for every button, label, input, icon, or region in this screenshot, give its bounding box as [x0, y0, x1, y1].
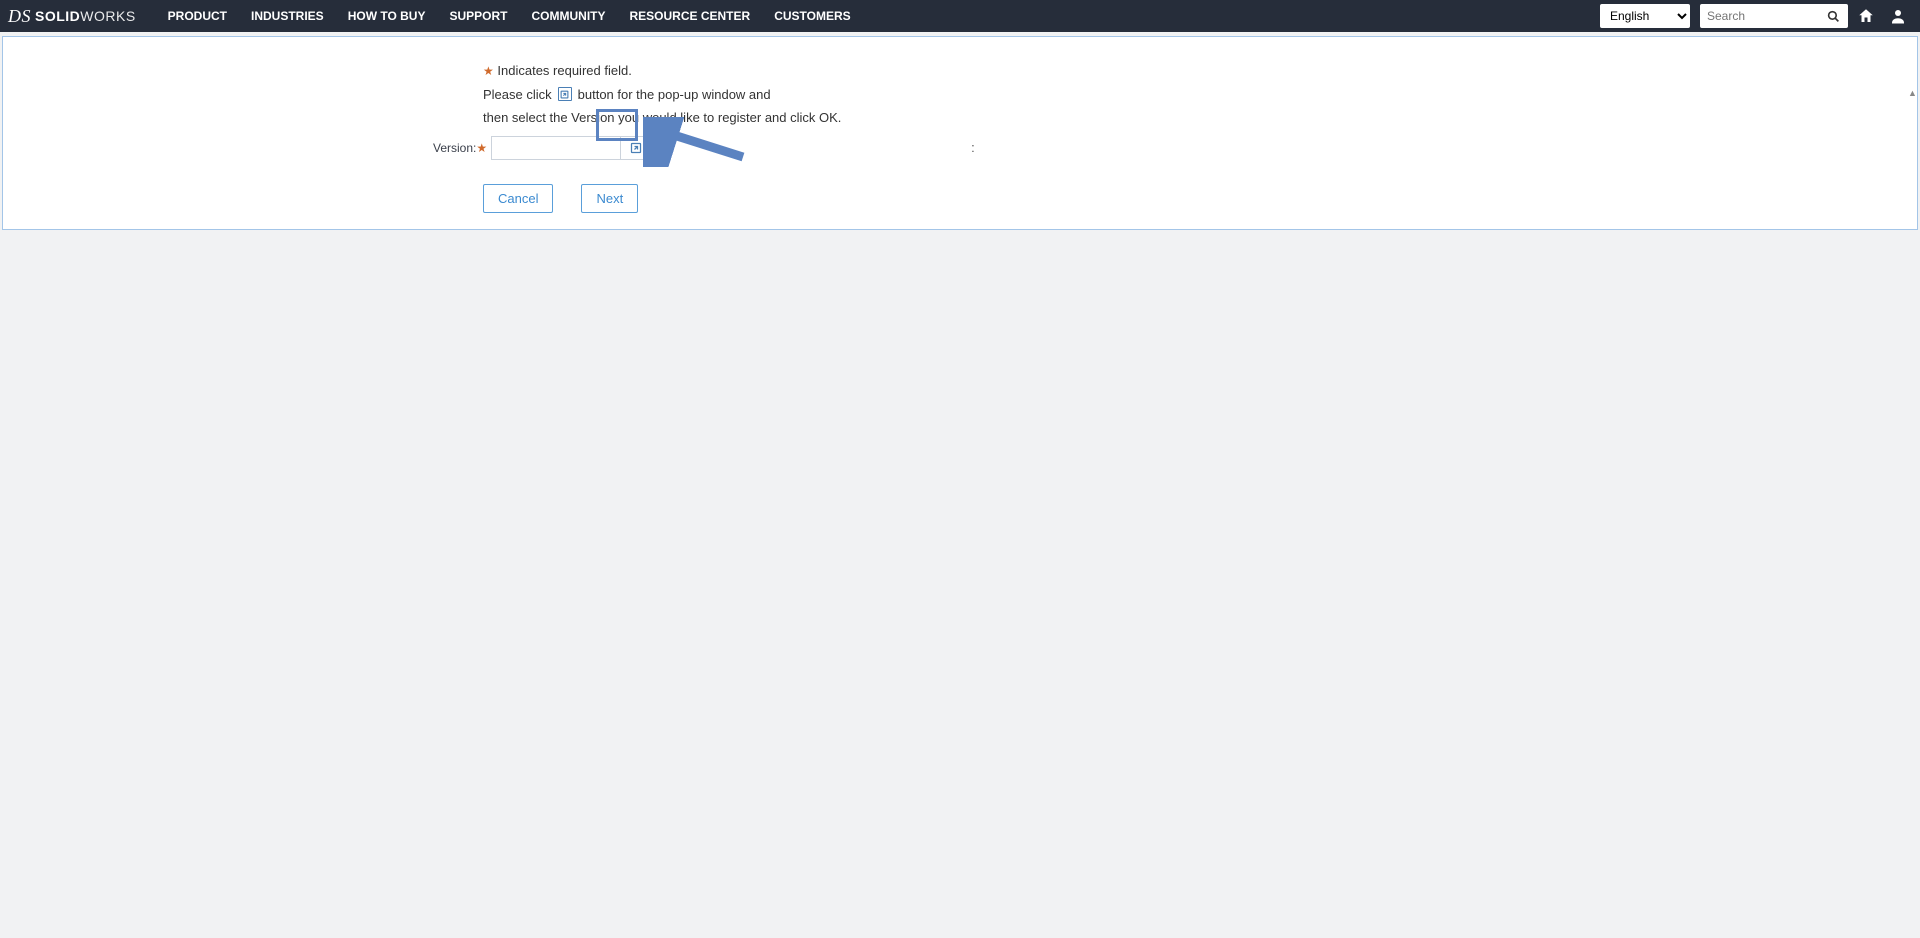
required-star-icon: ★ — [483, 64, 494, 78]
popup-icon-inline — [558, 87, 572, 101]
content-area: ★ Indicates required field. Please click… — [0, 32, 1920, 234]
main-nav: PRODUCT INDUSTRIES HOW TO BUY SUPPORT CO… — [156, 0, 863, 32]
popup-icon — [630, 142, 642, 154]
version-popup-button[interactable] — [621, 136, 651, 160]
language-select[interactable]: English — [1600, 4, 1690, 28]
instruction-line-1: Please click button for the pop-up windo… — [483, 85, 1183, 105]
cancel-button[interactable]: Cancel — [483, 184, 553, 213]
scroll-up-indicator[interactable]: ▲ — [1908, 88, 1918, 96]
nav-product[interactable]: PRODUCT — [156, 0, 239, 32]
nav-resource-center[interactable]: RESOURCE CENTER — [618, 0, 763, 32]
instruction-line-2: then select the Version you would like t… — [483, 108, 1183, 128]
next-button[interactable]: Next — [581, 184, 638, 213]
user-button[interactable] — [1884, 0, 1912, 32]
form-extra-colon: : — [971, 140, 975, 155]
top-nav-bar: DS SOLIDWORKS PRODUCT INDUSTRIES HOW TO … — [0, 0, 1920, 32]
logo-text: SOLIDWORKS — [35, 8, 136, 24]
search-icon — [1827, 10, 1840, 23]
nav-support[interactable]: SUPPORT — [437, 0, 519, 32]
button-row: Cancel Next — [483, 184, 1183, 213]
version-label: Version:★ — [433, 141, 487, 155]
required-field-note: ★ Indicates required field. — [483, 61, 1183, 81]
version-input[interactable] — [491, 136, 621, 160]
logo-ds-mark: DS — [8, 6, 31, 27]
search-input[interactable] — [1700, 4, 1820, 28]
version-field-row: Version:★ : — [433, 136, 1183, 160]
brand-logo[interactable]: DS SOLIDWORKS — [8, 6, 152, 27]
search-button[interactable] — [1820, 4, 1848, 28]
user-icon — [1889, 7, 1907, 25]
nav-how-to-buy[interactable]: HOW TO BUY — [336, 0, 438, 32]
home-icon — [1857, 7, 1875, 25]
search-wrap — [1700, 4, 1848, 28]
form-panel: ★ Indicates required field. Please click… — [2, 36, 1918, 230]
home-button[interactable] — [1852, 0, 1880, 32]
nav-community[interactable]: COMMUNITY — [520, 0, 618, 32]
nav-industries[interactable]: INDUSTRIES — [239, 0, 336, 32]
nav-customers[interactable]: CUSTOMERS — [762, 0, 862, 32]
